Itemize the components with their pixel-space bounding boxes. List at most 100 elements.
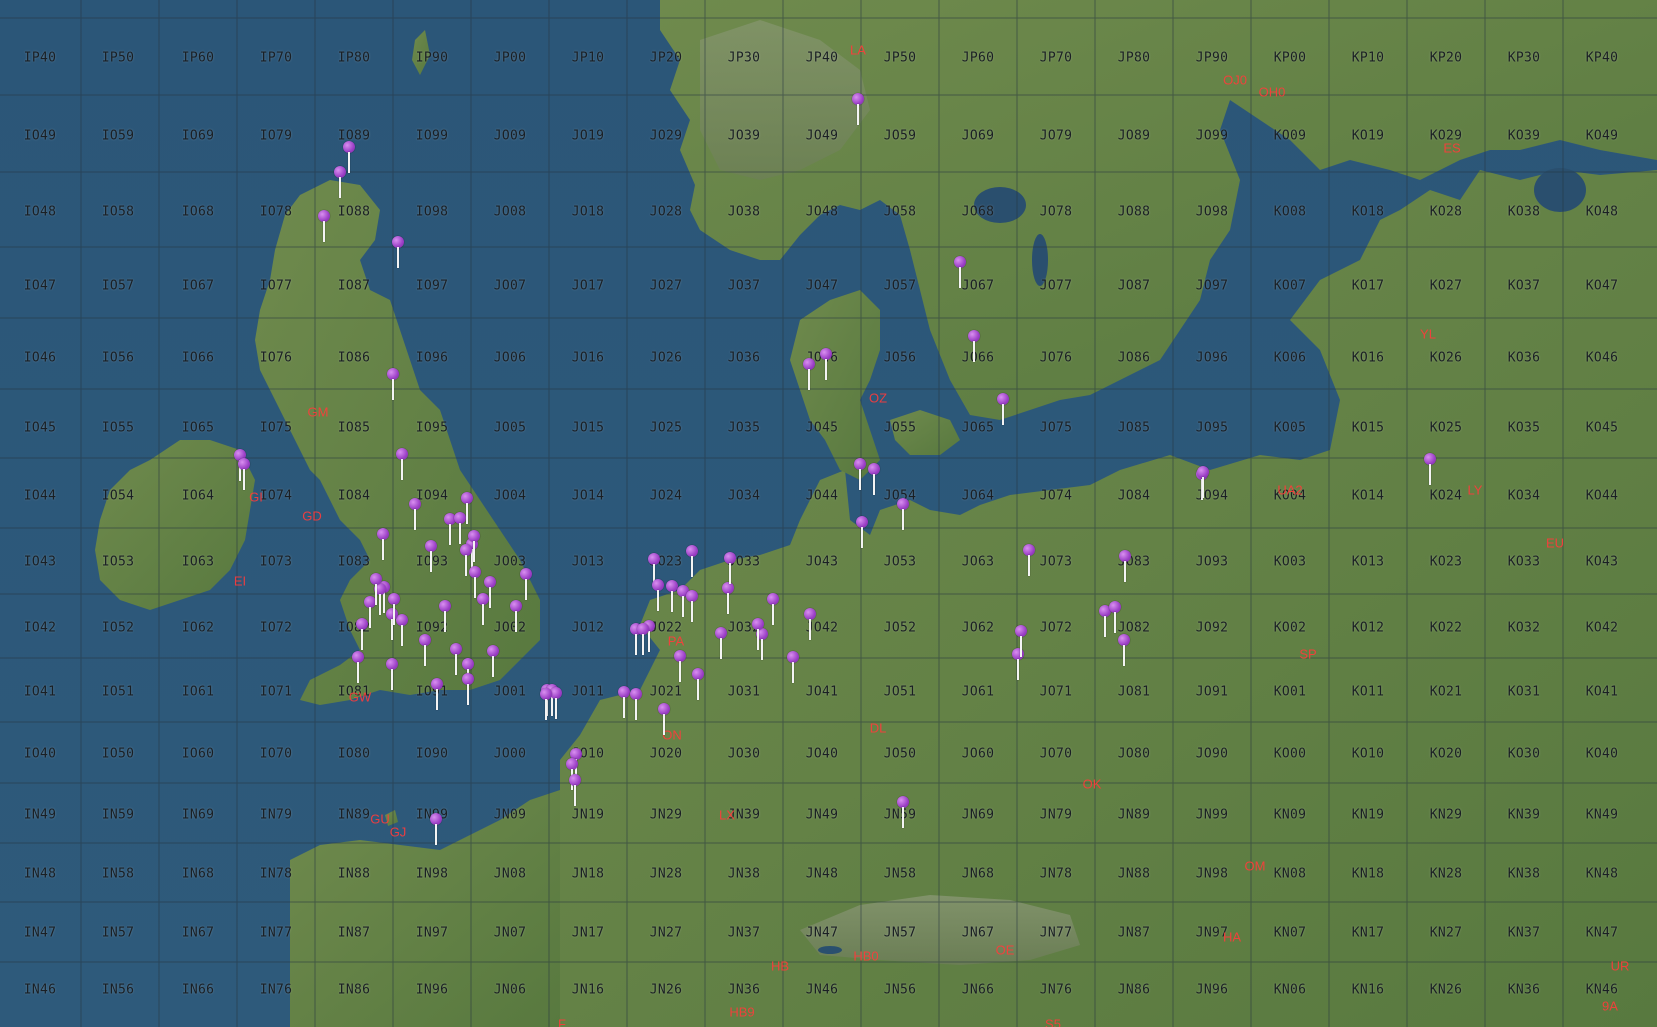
station-marker[interactable] xyxy=(486,645,500,677)
station-marker[interactable] xyxy=(1117,634,1131,666)
station-marker[interactable] xyxy=(509,600,523,632)
station-marker[interactable] xyxy=(460,492,474,524)
station-marker[interactable] xyxy=(568,774,582,806)
map-pin-stem xyxy=(449,524,451,545)
station-marker[interactable] xyxy=(629,688,643,720)
country-prefix-label: ES xyxy=(1443,140,1461,156)
map-pin-stem xyxy=(339,177,341,198)
map-pin-stem xyxy=(397,247,399,268)
brittany xyxy=(290,790,560,1027)
station-marker[interactable] xyxy=(355,618,369,650)
station-marker[interactable] xyxy=(539,688,553,720)
map-pin-stem xyxy=(902,807,904,828)
map-pin-stem xyxy=(682,596,684,617)
station-marker[interactable] xyxy=(685,545,699,577)
country-prefix-label: GJ xyxy=(389,824,407,840)
country-prefix-label: OM xyxy=(1244,858,1266,874)
map-pin-stem xyxy=(1123,645,1125,666)
map-pin-stem xyxy=(809,619,811,640)
station-marker[interactable] xyxy=(896,498,910,530)
shetland xyxy=(412,30,430,75)
station-marker[interactable] xyxy=(387,593,401,625)
map-pin-stem xyxy=(857,104,859,125)
map-pin-stem xyxy=(391,669,393,690)
station-marker[interactable] xyxy=(333,166,347,198)
station-marker[interactable] xyxy=(657,703,671,735)
station-marker[interactable] xyxy=(1196,466,1210,498)
station-marker[interactable] xyxy=(853,458,867,490)
station-marker[interactable] xyxy=(351,651,365,683)
danish-islands xyxy=(890,410,960,455)
station-marker[interactable] xyxy=(1423,453,1437,485)
lake-vanern xyxy=(974,187,1026,223)
station-marker[interactable] xyxy=(430,678,444,710)
station-marker[interactable] xyxy=(721,582,735,614)
country-prefix-label: GU xyxy=(370,811,390,827)
map-pin-stem xyxy=(671,591,673,612)
station-marker[interactable] xyxy=(1014,625,1028,657)
station-marker[interactable] xyxy=(237,458,251,490)
station-marker[interactable] xyxy=(766,593,780,625)
station-marker[interactable] xyxy=(1108,601,1122,633)
station-marker[interactable] xyxy=(896,796,910,828)
station-marker[interactable] xyxy=(395,448,409,480)
station-marker[interactable] xyxy=(803,608,817,640)
landmass-layer xyxy=(95,0,1657,1027)
station-marker[interactable] xyxy=(317,210,331,242)
map-base xyxy=(0,0,1657,1027)
map-canvas[interactable]: IP40 IP50 IP60 IP70 IP80 IP90 JP00 JP10 JP20 JP30… xyxy=(0,0,1657,1027)
station-marker[interactable] xyxy=(867,463,881,495)
station-marker[interactable] xyxy=(1022,544,1036,576)
map-pin-stem xyxy=(348,152,350,173)
station-marker[interactable] xyxy=(438,600,452,632)
station-marker[interactable] xyxy=(1118,550,1132,582)
station-marker[interactable] xyxy=(819,348,833,380)
map-pin-stem xyxy=(369,607,371,628)
station-marker[interactable] xyxy=(673,650,687,682)
station-marker[interactable] xyxy=(636,623,650,655)
station-marker[interactable] xyxy=(461,673,475,705)
map-pin-stem xyxy=(323,221,325,242)
station-marker[interactable] xyxy=(424,540,438,572)
station-marker[interactable] xyxy=(786,651,800,683)
map-pin-stem xyxy=(393,604,395,625)
country-prefix-label: GD xyxy=(302,508,322,524)
map-pin-stem xyxy=(243,469,245,490)
map-pin-stem xyxy=(642,634,644,655)
station-marker[interactable] xyxy=(429,813,443,845)
station-marker[interactable] xyxy=(953,256,967,288)
country-prefix-label: OE xyxy=(995,942,1015,958)
country-prefix-label: 9A xyxy=(1602,998,1618,1014)
station-marker[interactable] xyxy=(714,627,728,659)
station-marker[interactable] xyxy=(391,236,405,268)
station-marker[interactable] xyxy=(376,528,390,560)
station-marker[interactable] xyxy=(476,593,490,625)
map-pin-stem xyxy=(473,541,475,562)
station-marker[interactable] xyxy=(685,590,699,622)
station-marker[interactable] xyxy=(802,358,816,390)
station-marker[interactable] xyxy=(996,393,1010,425)
country-prefix-label: OK xyxy=(1082,776,1102,792)
station-marker[interactable] xyxy=(386,368,400,400)
station-marker[interactable] xyxy=(385,658,399,690)
station-marker[interactable] xyxy=(691,668,705,700)
map-pin-stem xyxy=(720,638,722,659)
station-marker[interactable] xyxy=(408,498,422,530)
station-marker[interactable] xyxy=(967,330,981,362)
station-marker[interactable] xyxy=(723,552,737,584)
station-marker[interactable] xyxy=(418,634,432,666)
map-pin-stem xyxy=(825,359,827,380)
map-pin-stem xyxy=(1429,464,1431,485)
map-pin-stem xyxy=(466,503,468,524)
map-pin-stem xyxy=(663,714,665,735)
map-pin-stem xyxy=(1202,477,1204,498)
station-marker[interactable] xyxy=(855,516,869,548)
station-marker[interactable] xyxy=(519,568,533,600)
station-marker[interactable] xyxy=(369,573,383,605)
station-marker[interactable] xyxy=(751,618,765,650)
station-marker[interactable] xyxy=(651,579,665,611)
map-pin-stem xyxy=(697,679,699,700)
station-marker[interactable] xyxy=(851,93,865,125)
map-pin-stem xyxy=(401,459,403,480)
map-pin-stem xyxy=(545,699,547,720)
